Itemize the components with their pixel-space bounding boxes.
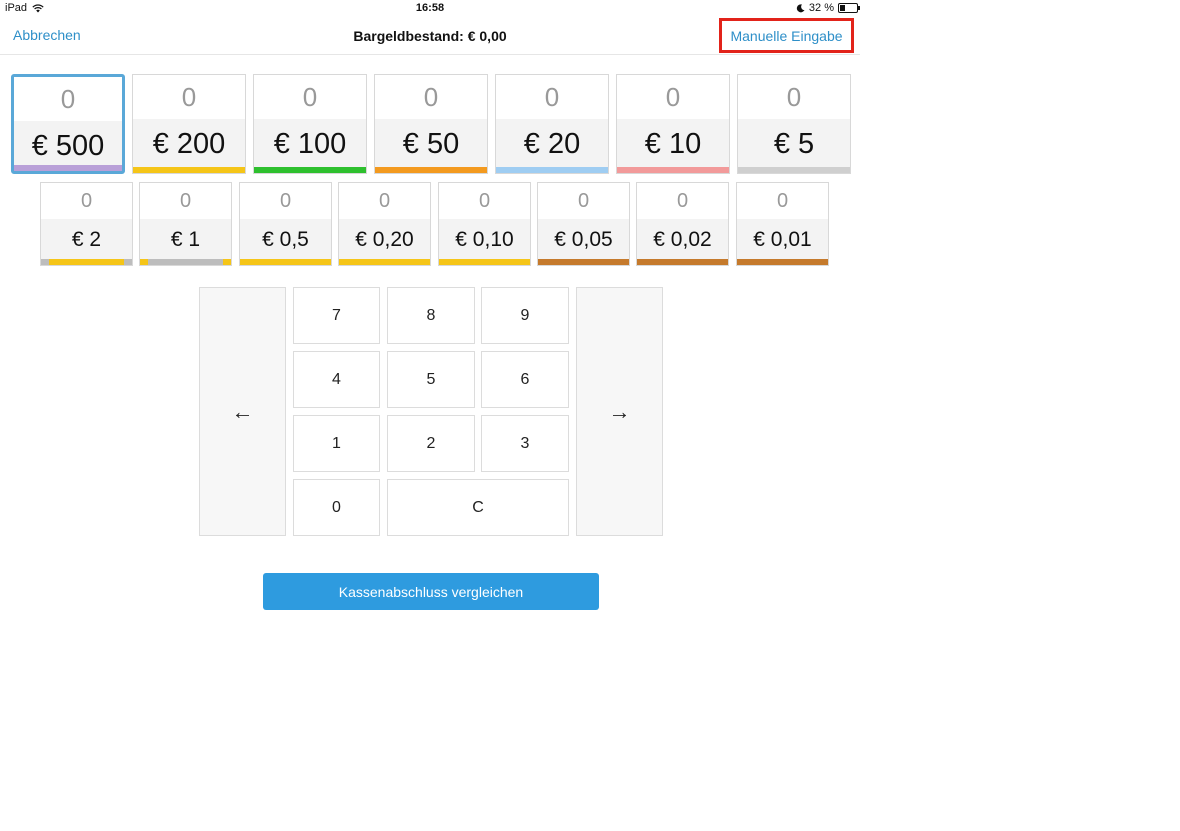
moon-icon bbox=[796, 3, 805, 12]
denomination-label: € 0,05 bbox=[538, 219, 629, 261]
denomination-0-01[interactable]: 0 € 0,01 bbox=[736, 182, 829, 266]
denomination-0-02[interactable]: 0 € 0,02 bbox=[636, 182, 729, 266]
denomination-count: 0 bbox=[80, 190, 93, 212]
battery-percent: 32 % bbox=[808, 2, 834, 14]
status-right: 32 % bbox=[796, 2, 860, 14]
color-bar bbox=[254, 167, 366, 173]
denomination-count: 0 bbox=[544, 82, 560, 112]
color-bar bbox=[14, 165, 122, 171]
color-bar bbox=[538, 259, 629, 265]
color-bar bbox=[339, 259, 430, 265]
color-bar bbox=[439, 259, 530, 265]
key-0[interactable]: 0 bbox=[293, 479, 380, 536]
denomination-count: 0 bbox=[776, 190, 789, 212]
denomination-label: € 0,5 bbox=[240, 219, 331, 261]
denomination-label: € 2 bbox=[41, 219, 132, 261]
next-arrow-button[interactable]: → bbox=[576, 287, 663, 536]
denomination-0-10[interactable]: 0 € 0,10 bbox=[438, 182, 531, 266]
denomination-5[interactable]: 0 € 5 bbox=[737, 74, 851, 174]
denomination-count: 0 bbox=[181, 82, 197, 112]
denomination-label: € 500 bbox=[14, 121, 122, 171]
color-bar bbox=[133, 167, 245, 173]
key-5[interactable]: 5 bbox=[387, 351, 475, 408]
compare-closing-button[interactable]: Kassenabschluss vergleichen bbox=[263, 573, 599, 610]
color-bar bbox=[375, 167, 487, 173]
denomination-0-5[interactable]: 0 € 0,5 bbox=[239, 182, 332, 266]
key-3[interactable]: 3 bbox=[481, 415, 569, 472]
denomination-label: € 10 bbox=[617, 119, 729, 169]
key-8[interactable]: 8 bbox=[387, 287, 475, 344]
denomination-count: 0 bbox=[478, 190, 491, 212]
denomination-count: 0 bbox=[423, 82, 439, 112]
key-9[interactable]: 9 bbox=[481, 287, 569, 344]
denomination-label: € 100 bbox=[254, 119, 366, 169]
denomination-count: 0 bbox=[179, 190, 192, 212]
denomination-0-20[interactable]: 0 € 0,20 bbox=[338, 182, 431, 266]
denomination-100[interactable]: 0 € 100 bbox=[253, 74, 367, 174]
manual-entry-button[interactable]: Manuelle Eingabe bbox=[719, 18, 854, 53]
color-bar bbox=[637, 259, 728, 265]
status-bar: iPad 16:58 32 % bbox=[0, 0, 860, 17]
key-7[interactable]: 7 bbox=[293, 287, 380, 344]
color-bar bbox=[737, 259, 828, 265]
denomination-label: € 0,01 bbox=[737, 219, 828, 261]
navigation-bar: Abbrechen Bargeldbestand: € 0,00 Manuell… bbox=[0, 17, 860, 55]
denomination-count: 0 bbox=[577, 190, 590, 212]
battery-icon bbox=[838, 3, 860, 13]
color-bar bbox=[738, 167, 850, 173]
key-6[interactable]: 6 bbox=[481, 351, 569, 408]
denomination-label: € 5 bbox=[738, 119, 850, 169]
previous-arrow-button[interactable]: ← bbox=[199, 287, 286, 536]
clock: 16:58 bbox=[415, 2, 445, 14]
denomination-count: 0 bbox=[302, 82, 318, 112]
denomination-label: € 50 bbox=[375, 119, 487, 169]
denomination-label: € 0,20 bbox=[339, 219, 430, 261]
key-4[interactable]: 4 bbox=[293, 351, 380, 408]
color-bar bbox=[496, 167, 608, 173]
denomination-count: 0 bbox=[665, 82, 681, 112]
denomination-count: 0 bbox=[786, 82, 802, 112]
denomination-count: 0 bbox=[279, 190, 292, 212]
color-bar bbox=[617, 167, 729, 173]
color-bar bbox=[240, 259, 331, 265]
denomination-count: 0 bbox=[676, 190, 689, 212]
denomination-10[interactable]: 0 € 10 bbox=[616, 74, 730, 174]
denomination-50[interactable]: 0 € 50 bbox=[374, 74, 488, 174]
clear-button[interactable]: C bbox=[387, 479, 569, 536]
color-bar bbox=[41, 259, 132, 265]
denomination-label: € 0,02 bbox=[637, 219, 728, 261]
denomination-label: € 20 bbox=[496, 119, 608, 169]
denomination-20[interactable]: 0 € 20 bbox=[495, 74, 609, 174]
denomination-500[interactable]: 0 € 500 bbox=[11, 74, 125, 174]
denomination-2[interactable]: 0 € 2 bbox=[40, 182, 133, 266]
denomination-count: 0 bbox=[60, 84, 76, 114]
denomination-label: € 1 bbox=[140, 219, 231, 261]
denomination-label: € 0,10 bbox=[439, 219, 530, 261]
denomination-200[interactable]: 0 € 200 bbox=[132, 74, 246, 174]
key-2[interactable]: 2 bbox=[387, 415, 475, 472]
denomination-0-05[interactable]: 0 € 0,05 bbox=[537, 182, 630, 266]
key-1[interactable]: 1 bbox=[293, 415, 380, 472]
color-bar bbox=[140, 259, 231, 265]
denomination-count: 0 bbox=[378, 190, 391, 212]
denomination-1[interactable]: 0 € 1 bbox=[139, 182, 232, 266]
denomination-label: € 200 bbox=[133, 119, 245, 169]
